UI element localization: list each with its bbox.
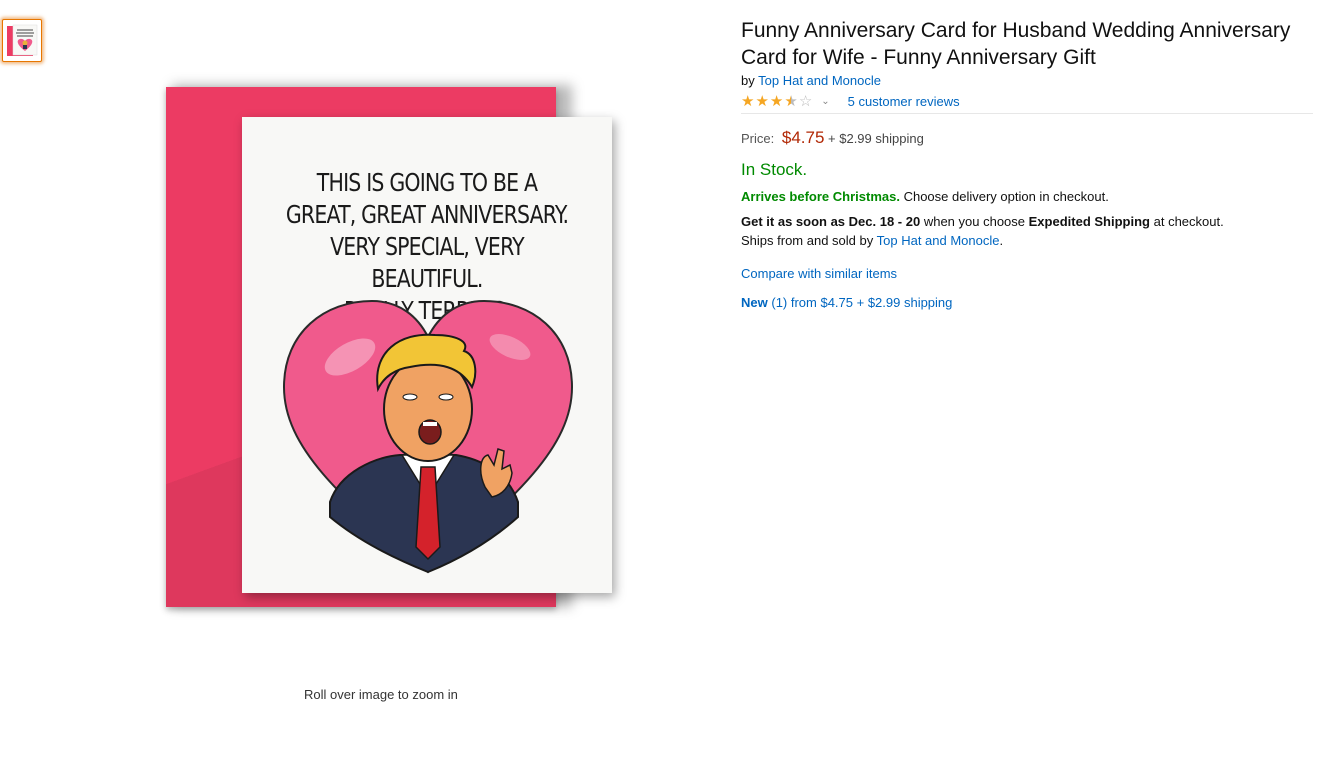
arrival-highlight: Arrives before Christmas. — [741, 189, 900, 204]
new-offers-link[interactable]: New (1) from $4.75 + $2.99 shipping — [741, 295, 952, 310]
price-value: $4.75 — [781, 128, 825, 147]
stock-status: In Stock. — [741, 160, 808, 179]
star-rating[interactable]: ★ ★ ★ ★ ☆ — [741, 94, 813, 109]
product-details: Funny Anniversary Card for Husband Weddi… — [741, 17, 1313, 310]
ships-from-suffix: . — [999, 233, 1004, 248]
seller-link[interactable]: Top Hat and Monocle — [877, 233, 1000, 248]
shipping-cost: + $2.99 shipping — [828, 131, 924, 146]
greeting-card: THIS IS GOING TO BE A GREAT, GREAT ANNIV… — [242, 117, 612, 593]
star-full-icon: ★ — [755, 92, 769, 110]
price-label: Price: — [741, 131, 775, 146]
delivery-estimate: Get it as soon as Dec. 18 - 20 when you … — [741, 212, 1313, 250]
compare-similar-link[interactable]: Compare with similar items — [741, 266, 897, 281]
card-line: VERY SPECIAL, VERY BEAUTIFUL. — [330, 232, 525, 293]
delivery-mid: when you choose — [923, 214, 1026, 229]
zoom-hint: Roll over image to zoom in — [304, 687, 458, 702]
card-line: GREAT, GREAT ANNIVERSARY. — [285, 200, 569, 229]
new-offers-row: New (1) from $4.75 + $2.99 shipping — [741, 295, 1313, 310]
heart-illustration — [282, 299, 574, 574]
delivery-end: at checkout. — [1153, 214, 1224, 229]
rating-row: ★ ★ ★ ★ ☆ ⌄ 5 customer reviews — [741, 91, 1313, 114]
customer-reviews-link[interactable]: 5 customer reviews — [848, 94, 960, 109]
thumbnail-card-icon — [7, 24, 38, 56]
star-half-icon: ★ — [784, 92, 798, 110]
main-product-image[interactable]: THIS IS GOING TO BE A GREAT, GREAT ANNIV… — [150, 75, 630, 635]
byline-prefix: by — [741, 73, 755, 88]
byline: by Top Hat and Monocle — [741, 73, 1313, 88]
star-full-icon: ★ — [769, 92, 784, 110]
delivery-date: Get it as soon as Dec. 18 - 20 — [741, 214, 921, 229]
ships-from-prefix: Ships from and sold by — [741, 233, 874, 248]
thumbnail-image[interactable] — [2, 19, 42, 62]
new-label: New — [741, 295, 768, 310]
product-title: Funny Anniversary Card for Husband Weddi… — [741, 19, 1291, 69]
shipping-method: Expedited Shipping — [1028, 214, 1150, 229]
chevron-down-icon[interactable]: ⌄ — [821, 96, 829, 107]
star-empty-icon: ☆ — [798, 92, 813, 110]
price-row: Price: $4.75 + $2.99 shipping — [741, 128, 1313, 148]
brand-link[interactable]: Top Hat and Monocle — [758, 73, 881, 88]
arrival-text: Choose delivery option in checkout. — [903, 189, 1109, 204]
star-full-icon: ★ — [741, 92, 755, 110]
arrival-note: Arrives before Christmas. Choose deliver… — [741, 189, 1313, 204]
card-line: THIS IS GOING TO BE A — [316, 168, 538, 197]
new-offers-detail: (1) from $4.75 + $2.99 shipping — [771, 295, 953, 310]
compare-row: Compare with similar items — [741, 266, 1313, 281]
